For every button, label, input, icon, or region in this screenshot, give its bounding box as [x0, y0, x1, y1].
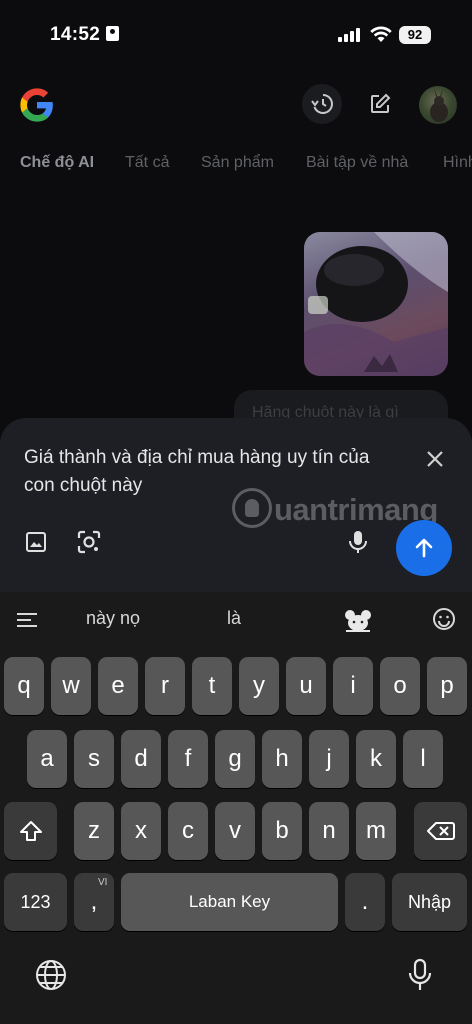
send-button[interactable]	[396, 520, 452, 576]
key-d[interactable]: d	[121, 730, 161, 788]
key-y[interactable]: y	[239, 657, 279, 715]
mic-icon	[408, 958, 432, 990]
status-time: 14:52	[50, 24, 120, 46]
tab-homework[interactable]: Bài tập về nhà	[306, 154, 408, 172]
comma-key-label: ,	[90, 888, 98, 915]
cellular-signal-icon	[338, 28, 360, 42]
suggestion-2[interactable]: là	[227, 608, 241, 629]
key-q[interactable]: q	[4, 657, 44, 715]
lens-icon	[77, 530, 101, 554]
tab-products[interactable]: Sản phẩm	[201, 154, 274, 172]
keyboard-dictation-button[interactable]	[402, 957, 438, 993]
key-n[interactable]: n	[309, 802, 349, 860]
globe-icon	[36, 960, 66, 990]
add-image-button[interactable]	[20, 526, 52, 558]
key-h[interactable]: h	[262, 730, 302, 788]
key-l[interactable]: l	[403, 730, 443, 788]
comma-key-language: VI	[98, 877, 108, 888]
backspace-key[interactable]	[414, 802, 467, 860]
language-switch-button[interactable]	[33, 957, 69, 993]
avatar[interactable]	[419, 86, 457, 124]
lens-button[interactable]	[73, 526, 105, 558]
google-logo[interactable]	[18, 86, 56, 124]
key-j[interactable]: j	[309, 730, 349, 788]
tab-all[interactable]: Tất cả	[125, 154, 169, 172]
avatar-image	[430, 88, 448, 122]
period-key[interactable]: .	[345, 873, 385, 931]
key-f[interactable]: f	[168, 730, 208, 788]
close-button[interactable]	[420, 444, 450, 474]
numbers-key[interactable]: 123	[4, 873, 67, 931]
status-bar: 14:52 92	[0, 0, 472, 70]
top-bar	[0, 80, 472, 130]
key-t[interactable]: t	[192, 657, 232, 715]
send-icon	[415, 538, 433, 558]
emoji-icon[interactable]	[432, 607, 456, 631]
key-k[interactable]: k	[356, 730, 396, 788]
history-button[interactable]	[302, 84, 342, 124]
key-x[interactable]: x	[121, 802, 161, 860]
suggestion-1[interactable]: này nọ	[86, 608, 140, 629]
image-icon	[26, 532, 46, 552]
shift-icon	[19, 821, 42, 841]
mouse-photo-image	[304, 232, 448, 376]
edit-icon	[371, 93, 391, 113]
tab-ai-mode[interactable]: Chế độ AI	[20, 154, 94, 172]
watermark-logo-icon	[232, 488, 272, 528]
menu-icon[interactable]	[16, 612, 38, 628]
wifi-icon	[370, 26, 392, 42]
key-e[interactable]: e	[98, 657, 138, 715]
key-s[interactable]: s	[74, 730, 114, 788]
key-p[interactable]: p	[427, 657, 467, 715]
key-c[interactable]: c	[168, 802, 208, 860]
uploaded-mouse-photo[interactable]	[304, 232, 448, 376]
composer-panel: Giá thành và địa chỉ mua hàng uy tín của…	[0, 418, 472, 592]
battery-indicator: 92	[399, 26, 431, 44]
suggestion-bar: này nọ là	[0, 592, 472, 646]
id-badge-icon	[106, 26, 120, 41]
key-i[interactable]: i	[333, 657, 373, 715]
key-r[interactable]: r	[145, 657, 185, 715]
history-icon	[311, 94, 333, 114]
mic-icon	[349, 531, 367, 553]
space-key[interactable]: Laban Key	[121, 873, 338, 931]
mouse-sticker-icon[interactable]	[344, 608, 372, 632]
key-g[interactable]: g	[215, 730, 255, 788]
new-chat-button[interactable]	[360, 84, 400, 124]
key-w[interactable]: w	[51, 657, 91, 715]
key-b[interactable]: b	[262, 802, 302, 860]
voice-input-button[interactable]	[342, 526, 374, 558]
key-o[interactable]: o	[380, 657, 420, 715]
backspace-icon	[426, 822, 455, 840]
comma-key[interactable]: VI ,	[74, 873, 114, 931]
key-v[interactable]: v	[215, 802, 255, 860]
key-z[interactable]: z	[74, 802, 114, 860]
close-icon	[427, 451, 443, 467]
key-u[interactable]: u	[286, 657, 326, 715]
watermark: uantrimang	[232, 488, 438, 528]
key-a[interactable]: a	[27, 730, 67, 788]
shift-key[interactable]	[4, 802, 57, 860]
key-m[interactable]: m	[356, 802, 396, 860]
search-mode-tabs: Chế độ AI Tất cả Sản phẩm Bài tập về nhà…	[0, 154, 472, 180]
tab-images[interactable]: Hình	[443, 154, 472, 172]
enter-key[interactable]: Nhập	[392, 873, 467, 931]
